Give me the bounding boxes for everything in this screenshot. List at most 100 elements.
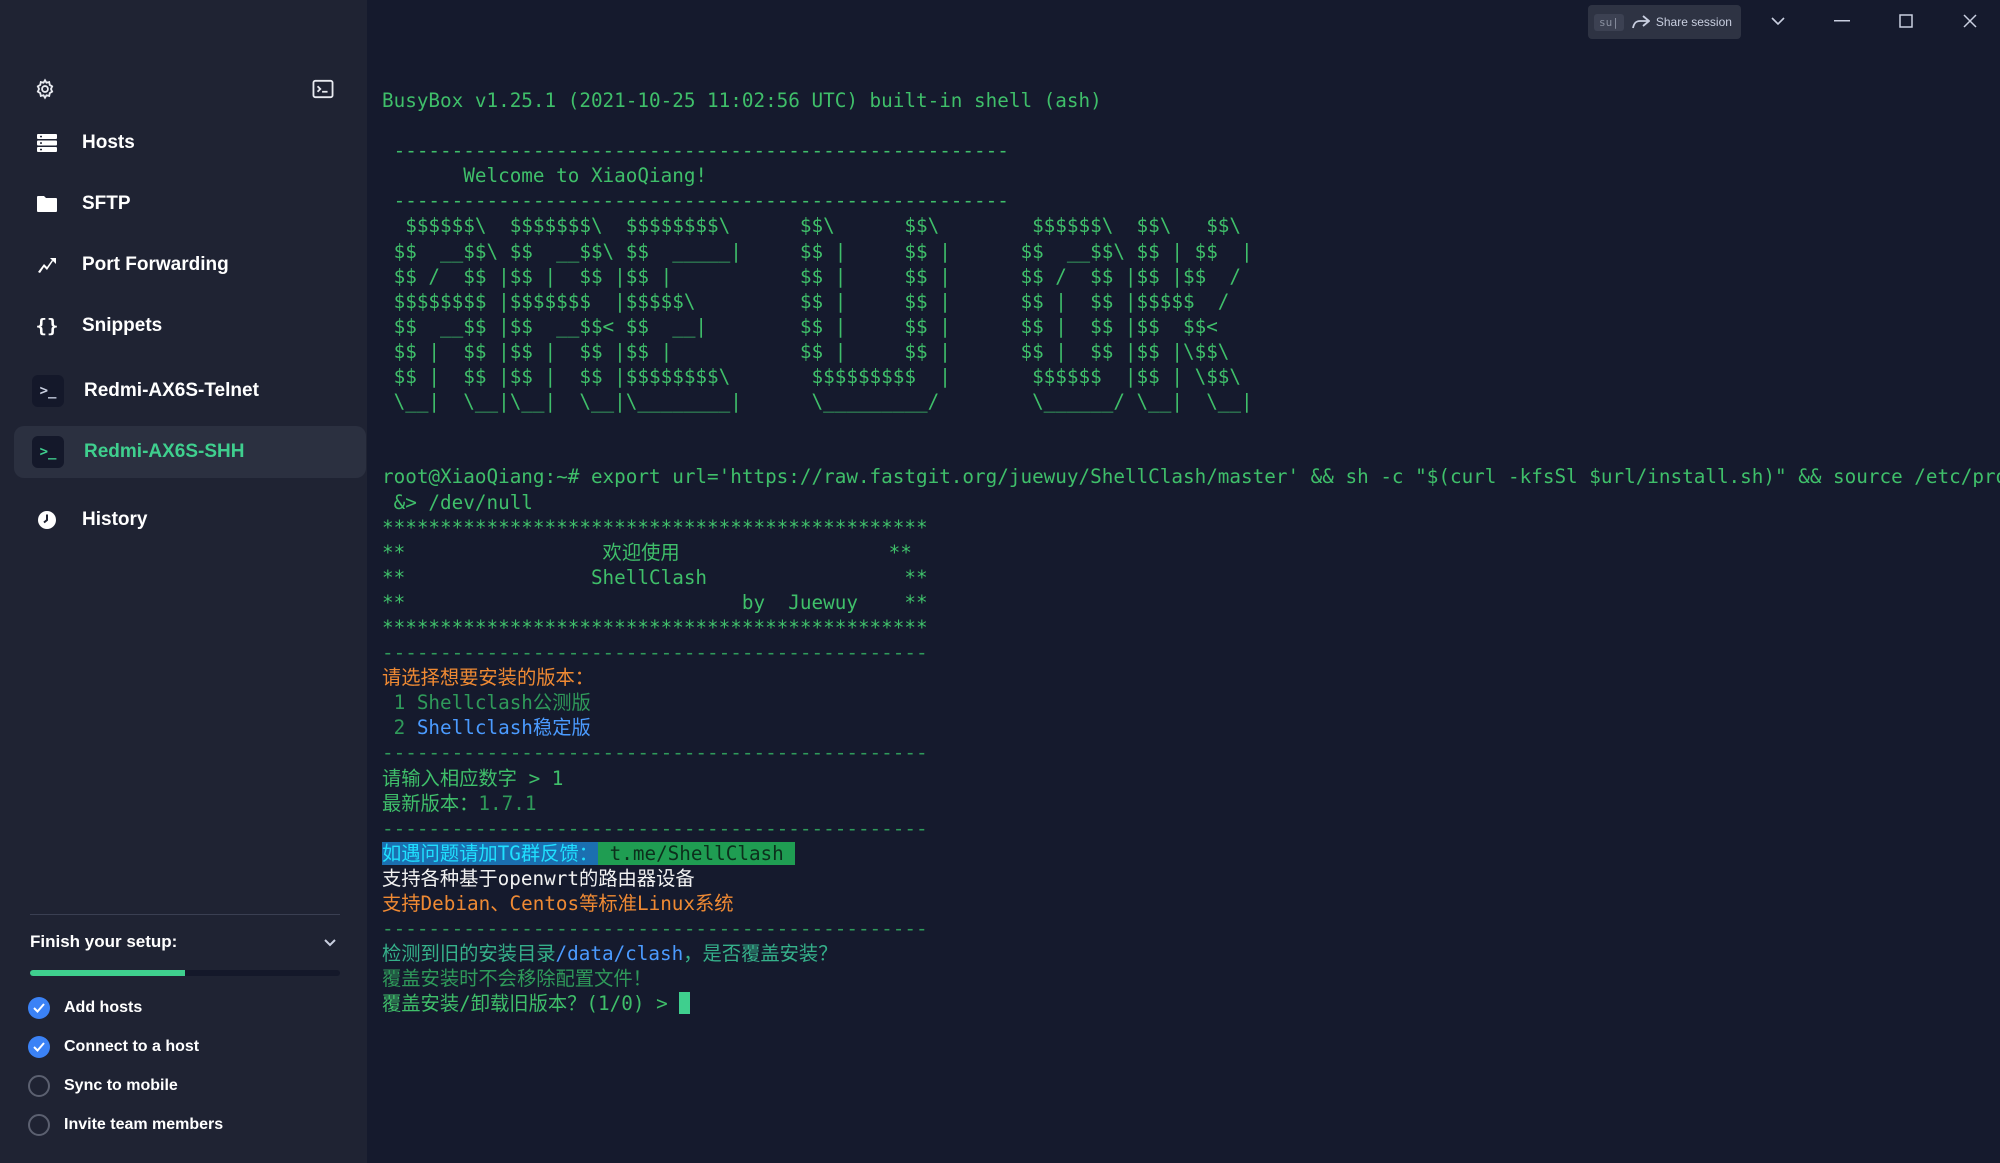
terminal-line: $$ | $$ |$$ | $$ |$$ | $$ | $$ | $$ | $$…	[382, 339, 1992, 364]
session-tab-ssh[interactable]: >_ Redmi-AX6S-SHH	[14, 426, 366, 478]
setup-item-connect-host[interactable]: Connect to a host	[28, 1033, 199, 1061]
terminal-text: 请选择想要安装的版本：	[382, 666, 595, 690]
terminal-line: $$ __$$\ $$ __$$\ $$ _____| $$ | $$ | $$…	[382, 239, 1992, 264]
nav-sftp-label: SFTP	[82, 193, 131, 214]
terminal-line: 请选择想要安装的版本：	[382, 665, 1992, 690]
setup-item-label: Invite team members	[64, 1116, 224, 1133]
terminal-line: ----------------------------------------…	[382, 816, 1992, 841]
setup-item-label: Sync to mobile	[64, 1077, 178, 1094]
terminal-line: 最新版本：1.7.1	[382, 791, 1992, 816]
terminal-line: \__| \__|\__| \__|\________| \_________/…	[382, 389, 1992, 414]
sidebar: Hosts SFTP Port Forwarding {} Snippets >…	[0, 0, 367, 1163]
nav-sftp[interactable]: SFTP	[14, 178, 366, 230]
terminal-text: ----------------------------------------…	[382, 917, 928, 941]
clock-icon	[32, 505, 62, 535]
terminal-text: 1 Shellclash公测版	[382, 691, 591, 715]
session-tab-telnet[interactable]: >_ Redmi-AX6S-Telnet	[14, 365, 366, 417]
terminal-prompt-icon: >_	[32, 375, 64, 407]
terminal-line: 支持各种基于openwrt的路由器设备	[382, 866, 1992, 891]
empty-circle-icon	[28, 1114, 50, 1136]
terminal-text: 如遇问题请加TG群反馈：	[382, 841, 599, 865]
setup-divider	[30, 914, 340, 915]
nav-snippets[interactable]: {} Snippets	[14, 300, 366, 352]
terminal-line: ** by Juewuy **	[382, 590, 1992, 615]
folder-icon	[32, 189, 62, 219]
check-icon	[28, 1036, 50, 1058]
setup-item-add-hosts[interactable]: Add hosts	[28, 994, 142, 1022]
maximize-icon[interactable]	[1888, 6, 1924, 36]
share-icon	[1631, 15, 1650, 29]
terminal-line: $$$$$$\ $$$$$$$\ $$$$$$$$\ $$\ $$\ $$$$$…	[382, 213, 1992, 238]
nav-history[interactable]: History	[14, 494, 366, 546]
terminal-text: ****************************************…	[382, 515, 928, 539]
chevron-down-icon[interactable]	[1760, 6, 1796, 36]
terminal-text: ----------------------------------------…	[382, 741, 928, 765]
terminal-line: &> /dev/null	[382, 490, 1992, 515]
hosts-icon	[32, 128, 62, 158]
terminal-line: 1 Shellclash公测版	[382, 690, 1992, 715]
terminal-text: ** by Juewuy **	[382, 590, 928, 614]
terminal-text: 2	[382, 716, 417, 740]
terminal-line: ----------------------------------------…	[382, 640, 1992, 665]
terminal-line: 2 Shellclash稳定版	[382, 715, 1992, 740]
terminal-text: $$ | $$ |$$ | $$ |$$ | $$ | $$ | $$ | $$…	[382, 339, 1230, 363]
terminal-line: 如遇问题请加TG群反馈： t.me/ShellClash	[382, 841, 1992, 866]
terminal-text: 检测到旧的安装目录	[382, 942, 556, 966]
terminal-line: ** ShellClash **	[382, 565, 1992, 590]
terminal-line: $$ __$$ |$$ __$$< $$ __| $$ | $$ | $$ | …	[382, 314, 1992, 339]
terminal-line: ****************************************…	[382, 515, 1992, 540]
share-session-label: Share session	[1655, 15, 1732, 29]
terminal-line: 请输入相应数字 > 1	[382, 766, 1992, 791]
terminal-text: ** ShellClash **	[382, 565, 928, 589]
nav-port-forwarding[interactable]: Port Forwarding	[14, 239, 366, 291]
session-tab-ssh-label: Redmi-AX6S-SHH	[84, 441, 245, 462]
open-terminal-icon[interactable]	[308, 74, 338, 104]
terminal-line: $$ / $$ |$$ | $$ |$$ | $$ | $$ | $$ / $$…	[382, 264, 1992, 289]
terminal-text: &> /dev/null	[382, 490, 533, 514]
setup-item-label: Add hosts	[64, 999, 143, 1016]
nav-hosts-label: Hosts	[82, 132, 135, 153]
terminal-text: $$ __$$\ $$ __$$\ $$ _____| $$ | $$ | $$…	[382, 239, 1253, 263]
nav-snippets-label: Snippets	[82, 315, 163, 336]
terminal-text: $$ | $$ |$$ | $$ |$$$$$$$$\ $$$$$$$$$ | …	[382, 365, 1242, 389]
terminal-output[interactable]: BusyBox v1.25.1 (2021-10-25 11:02:56 UTC…	[382, 88, 2000, 1148]
terminal-text: $$$$$$$$ |$$$$$$$ |$$$$$\ $$ | $$ | $$ |…	[382, 289, 1230, 313]
empty-circle-icon	[28, 1075, 50, 1097]
terminal-line: 支持Debian、Centos等标准Linux系统	[382, 891, 1992, 916]
terminal-text: Welcome to XiaoQiang!	[382, 164, 708, 188]
setup-item-invite-team[interactable]: Invite team members	[28, 1111, 223, 1139]
terminal-text: ----------------------------------------…	[382, 139, 1009, 163]
terminal-text: ****************************************…	[382, 615, 928, 639]
terminal-text: $$ __$$ |$$ __$$< $$ __| $$ | $$ | $$ | …	[382, 314, 1218, 338]
share-session-button[interactable]: su| Share session	[1588, 5, 1741, 39]
terminal-line: ----------------------------------------…	[382, 138, 1992, 163]
terminal-text: $$$$$$\ $$$$$$$\ $$$$$$$$\ $$\ $$\ $$$$$…	[382, 214, 1242, 238]
settings-gear-icon[interactable]	[30, 74, 60, 104]
terminal-line: BusyBox v1.25.1 (2021-10-25 11:02:56 UTC…	[382, 88, 1992, 113]
close-icon[interactable]	[1952, 6, 1988, 36]
minimize-icon[interactable]	[1824, 6, 1860, 36]
sidebar-top-icons	[30, 74, 337, 104]
terminal-text: 最新版本：	[382, 791, 479, 815]
nav-hosts[interactable]: Hosts	[14, 117, 366, 169]
terminal-line: 覆盖安装时不会移除配置文件！	[382, 966, 1992, 991]
share-session-pill: su|	[1594, 13, 1624, 31]
setup-item-sync-mobile[interactable]: Sync to mobile	[28, 1072, 178, 1100]
setup-item-label: Connect to a host	[64, 1038, 200, 1055]
nav-port-forwarding-label: Port Forwarding	[82, 254, 229, 275]
port-forwarding-icon	[32, 250, 62, 280]
terminal-line: 检测到旧的安装目录/data/clash，是否覆盖安装？	[382, 941, 1992, 966]
titlebar	[367, 0, 2000, 44]
terminal-text: $$ / $$ |$$ | $$ |$$ | $$ | $$ | $$ / $$…	[382, 264, 1242, 288]
terminal-text: 支持Debian、Centos等标准Linux系统	[382, 892, 734, 915]
chevron-down-icon[interactable]	[320, 932, 344, 956]
terminal-text: ----------------------------------------…	[382, 189, 1009, 213]
terminal-line: $$ | $$ |$$ | $$ |$$$$$$$$\ $$$$$$$$$ | …	[382, 364, 1992, 389]
session-tab-telnet-label: Redmi-AX6S-Telnet	[84, 380, 259, 401]
terminal-text: \__| \__|\__| \__|\________| \_________/…	[382, 390, 1253, 414]
terminal-text: Shellclash稳定版	[416, 716, 591, 740]
terminal-line: ** 欢迎使用 **	[382, 540, 1992, 565]
